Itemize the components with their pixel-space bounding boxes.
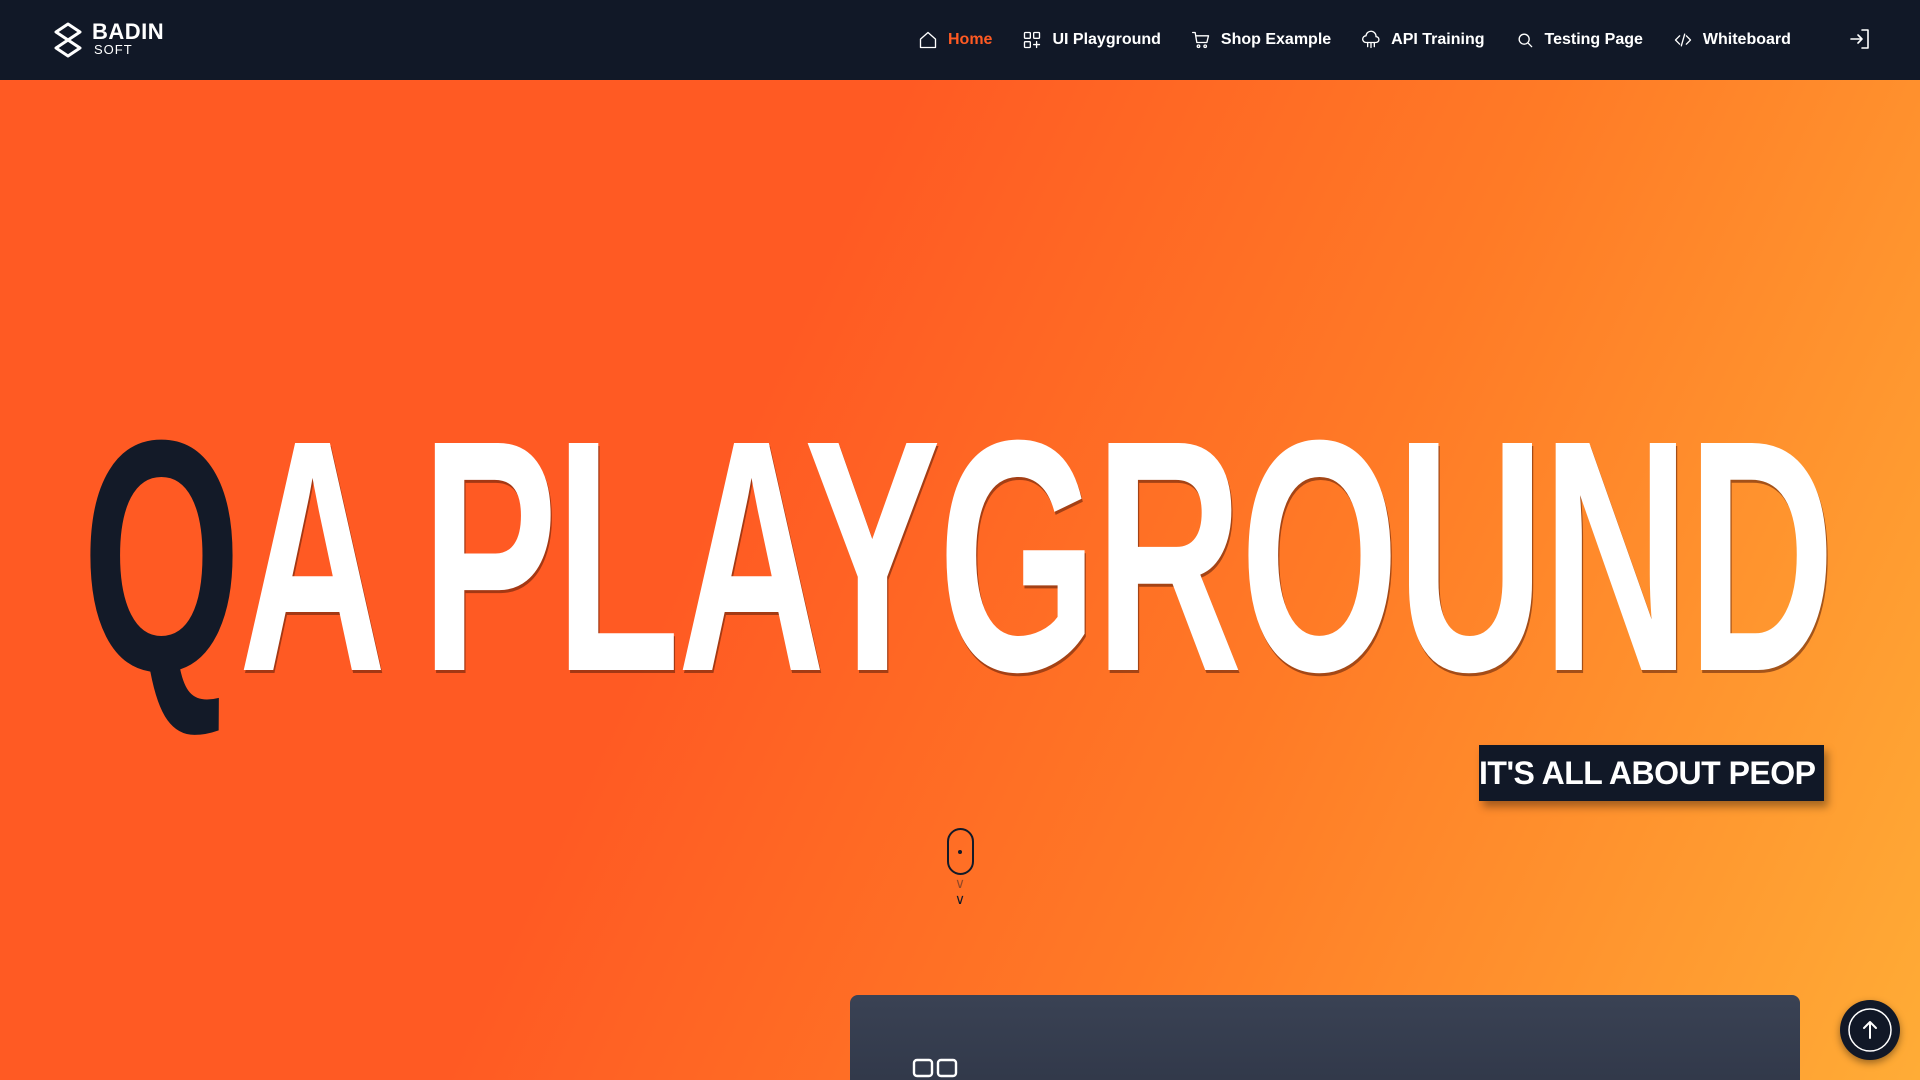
top-navbar: BADIN SOFT Home UI Playground Shop Examp…	[0, 0, 1920, 80]
feature-card	[850, 995, 1800, 1080]
nav-item-label: Testing Page	[1544, 31, 1643, 48]
nav-item-api-training[interactable]: API Training	[1361, 30, 1485, 50]
hero-tagline: IT'S ALL ABOUT PEOP	[1479, 745, 1824, 801]
brand-logo[interactable]: BADIN SOFT	[48, 18, 164, 58]
arrow-up-icon	[1848, 1008, 1892, 1052]
login-icon[interactable]	[1848, 27, 1872, 51]
nav-item-label: Shop Example	[1220, 31, 1332, 48]
hero-title-word-1: A	[238, 371, 387, 740]
home-icon	[919, 31, 937, 49]
brand-sub: SOFT	[94, 41, 133, 57]
back-to-top-button[interactable]	[1840, 1000, 1900, 1060]
main-nav: Home UI Playground Shop Example API Trai…	[918, 0, 1791, 80]
nav-item-label: API Training	[1391, 31, 1485, 48]
nav-item-label: Whiteboard	[1702, 31, 1791, 48]
two-boxes-icon	[912, 1057, 958, 1080]
hero-title-dark-letter: Q	[82, 371, 241, 740]
brand-text: BADIN SOFT	[92, 18, 165, 57]
chevron-down-icon: ∨	[954, 876, 966, 892]
chevron-down-icon: ∨	[954, 892, 966, 908]
mouse-scroll-icon	[946, 828, 974, 875]
nav-item-ui-playground[interactable]: UI Playground	[1022, 30, 1161, 50]
nav-item-label: Home	[948, 31, 993, 48]
apps-add-icon	[1024, 31, 1041, 49]
hero-section: QA PLAYGROUND IT'S ALL ABOUT PEOP ∨ ∨	[0, 80, 1920, 1080]
nav-item-home[interactable]: Home	[918, 30, 992, 50]
hero-title-word-2: PLAYGROUND	[421, 371, 1835, 740]
hero-title-text: QA PLAYGROUND	[82, 391, 1835, 721]
search-icon	[1518, 33, 1532, 48]
cart-icon	[1191, 31, 1210, 49]
scroll-indicator[interactable]: ∨ ∨	[944, 828, 976, 928]
cloud-network-icon	[1362, 30, 1380, 49]
hero-title: QA PLAYGROUND	[82, 391, 1842, 721]
brand-name: BADIN	[92, 18, 165, 44]
code-icon	[1674, 33, 1692, 47]
nav-item-whiteboard[interactable]: Whiteboard	[1673, 30, 1791, 50]
logo-mark-icon	[54, 22, 82, 58]
nav-item-testing-page[interactable]: Testing Page	[1515, 30, 1643, 50]
nav-item-label: UI Playground	[1052, 31, 1161, 48]
nav-item-shop-example[interactable]: Shop Example	[1191, 30, 1331, 50]
